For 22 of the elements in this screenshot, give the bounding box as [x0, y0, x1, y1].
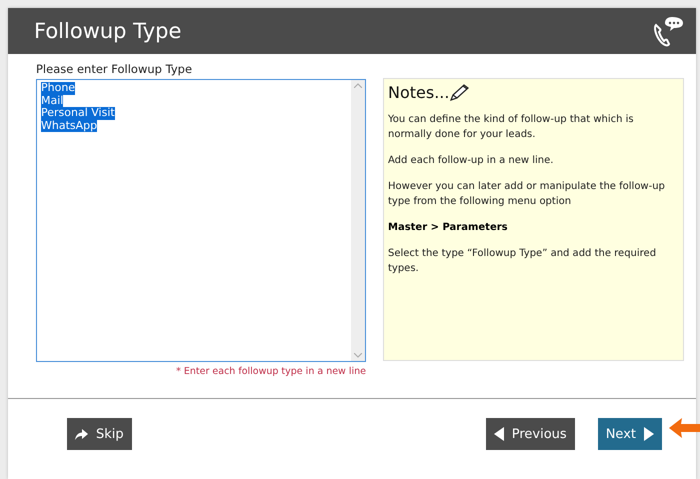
hint-text: * Enter each followup type in a new line — [176, 366, 366, 377]
note-paragraph: You can define the kind of follow-up that which is normally done for your leads. — [388, 113, 635, 142]
field-label: Please enter Followup Type — [36, 62, 194, 76]
previous-button[interactable]: Previous — [486, 418, 575, 450]
notes-title: Notes... — [388, 83, 450, 102]
next-button[interactable]: Next — [598, 418, 662, 450]
pointer-arrow-icon — [668, 416, 700, 440]
triangle-left-icon — [494, 427, 504, 441]
note-paragraph: Select the type “Followup Type” and add the required types. — [388, 247, 658, 276]
chevron-down-icon[interactable] — [354, 353, 362, 358]
pencil-icon — [449, 84, 472, 102]
scrollbar[interactable] — [351, 80, 365, 361]
chevron-up-icon[interactable] — [354, 83, 362, 88]
page-title: Followup Type — [34, 19, 182, 43]
share-arrow-icon — [75, 428, 88, 440]
followup-types-textarea[interactable]: Phone Mail Personal Visit WhatsApp — [36, 79, 366, 362]
menu-path-text: Master > Parameters — [388, 221, 509, 235]
triangle-right-icon — [644, 427, 654, 441]
note-paragraph: Add each follow-up in a new line. — [388, 154, 554, 168]
skip-button[interactable]: Skip — [67, 418, 132, 450]
note-paragraph: However you can later add or manipulate the follow-up type from the following menu option — [388, 180, 666, 209]
phone-chat-icon — [652, 15, 684, 47]
